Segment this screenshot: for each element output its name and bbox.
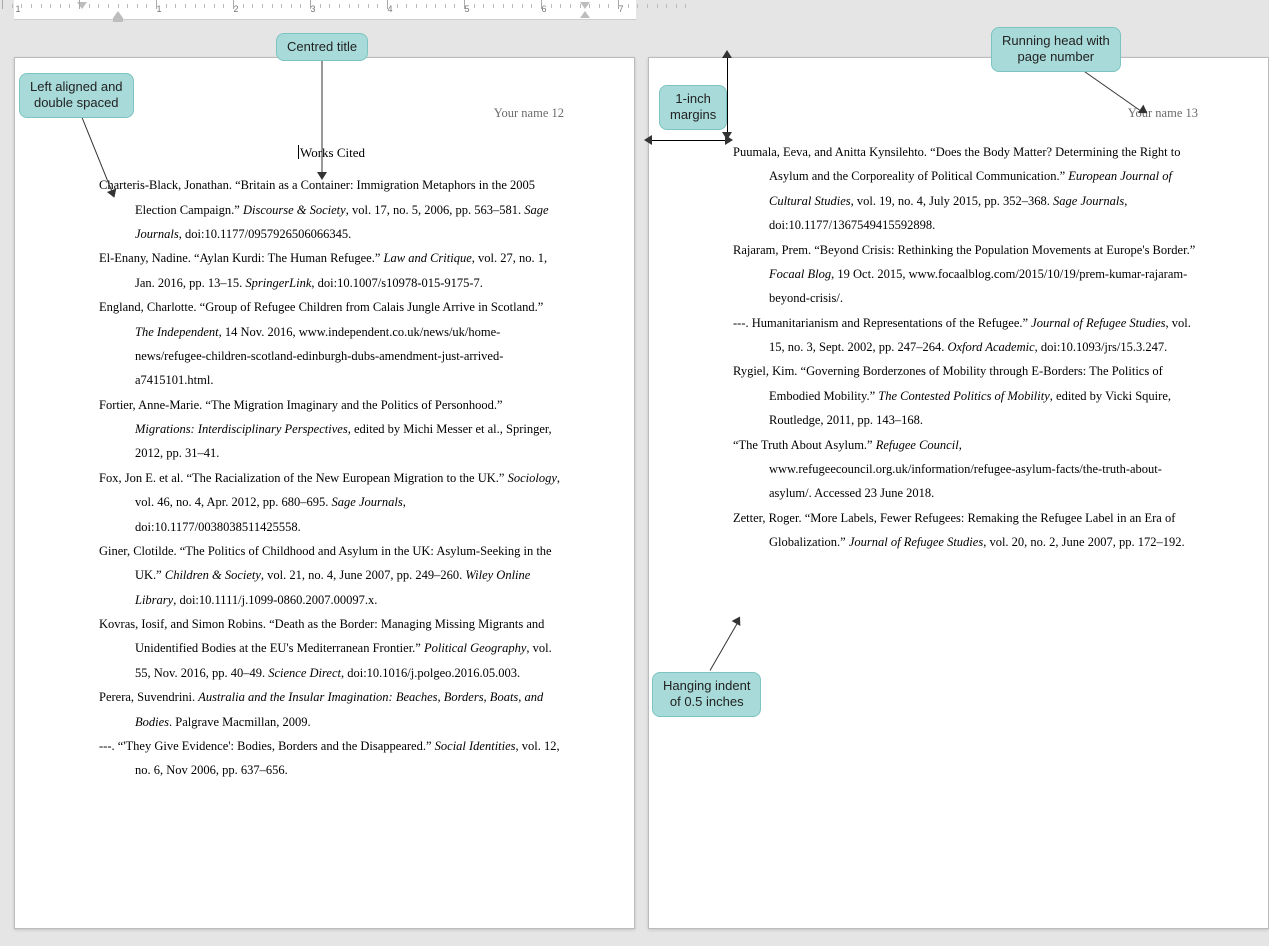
citation-entry: Zetter, Roger. “More Labels, Fewer Refug… xyxy=(733,506,1198,555)
margin-vertical-indicator xyxy=(727,58,728,136)
citation-entry: Fortier, Anne-Marie. “The Migration Imag… xyxy=(99,393,564,466)
page-1-content[interactable]: Works Cited Charteris-Black, Jonathan. “… xyxy=(99,140,564,783)
citation-entry: Puumala, Eeva, and Anitta Kynsilehto. “D… xyxy=(733,140,1198,238)
citation-entry: Perera, Suvendrini. Australia and the In… xyxy=(99,685,564,734)
arrowhead-down-icon xyxy=(317,172,327,180)
page-2-content[interactable]: Puumala, Eeva, and Anitta Kynsilehto. “D… xyxy=(733,140,1198,554)
left-indent-marker[interactable] xyxy=(113,18,123,22)
hanging-indent-marker[interactable] xyxy=(113,11,123,18)
citation-entry: Rajaram, Prem. “Beyond Crisis: Rethinkin… xyxy=(733,238,1198,311)
document-page-2: Your name 13 Puumala, Eeva, and Anitta K… xyxy=(648,57,1269,929)
horizontal-ruler: 11234567 xyxy=(14,0,636,20)
citation-entry: Charteris-Black, Jonathan. “Britain as a… xyxy=(99,173,564,246)
margin-horizontal-indicator xyxy=(649,140,727,141)
works-cited-title: Works Cited xyxy=(99,140,564,165)
citation-entry: ---. “'They Give Evidence': Bodies, Bord… xyxy=(99,734,564,783)
callout-one-inch-margins: 1-inch margins xyxy=(659,85,727,130)
citation-entry: England, Charlotte. “Group of Refugee Ch… xyxy=(99,295,564,393)
callout-centred-title: Centred title xyxy=(276,33,368,61)
citation-entry: Rygiel, Kim. “Governing Borderzones of M… xyxy=(733,359,1198,432)
citation-entry: Giner, Clotilde. “The Politics of Childh… xyxy=(99,539,564,612)
citation-entry: Fox, Jon E. et al. “The Racialization of… xyxy=(99,466,564,539)
arrowhead-up-icon xyxy=(722,50,732,58)
right-indent-marker[interactable] xyxy=(580,11,590,18)
running-head-page1: Your name 12 xyxy=(494,106,564,121)
citation-entry: Kovras, Iosif, and Simon Robins. “Death … xyxy=(99,612,564,685)
document-page-1: Your name 12 Works Cited Charteris-Black… xyxy=(14,57,635,929)
callout-left-aligned: Left aligned and double spaced xyxy=(19,73,134,118)
callout-hanging-indent: Hanging indent of 0.5 inches xyxy=(652,672,761,717)
title-text: Works Cited xyxy=(300,145,365,160)
citation-entry: ---. Humanitarianism and Representations… xyxy=(733,311,1198,360)
citation-entry: El-Enany, Nadine. “Aylan Kurdi: The Huma… xyxy=(99,246,564,295)
callout-running-head: Running head with page number xyxy=(991,27,1121,72)
arrowhead-right-icon xyxy=(725,135,733,145)
citation-entry: “The Truth About Asylum.” Refugee Counci… xyxy=(733,433,1198,506)
text-cursor xyxy=(298,145,299,159)
arrowhead-left-icon xyxy=(644,135,652,145)
arrow-line xyxy=(322,60,323,175)
